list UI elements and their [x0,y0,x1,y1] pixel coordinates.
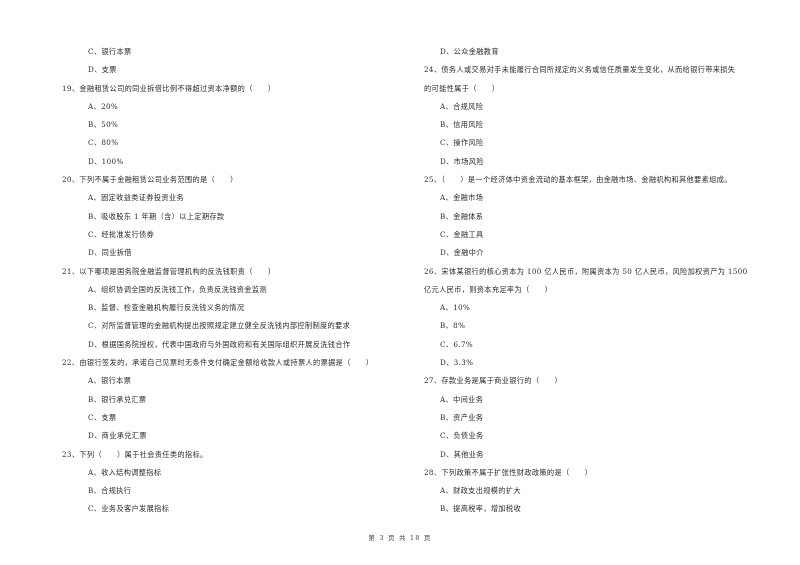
answer-option: C、银行本票 [88,47,132,56]
answer-option: C、支票 [88,412,117,422]
answer-option: A、财政支出规模的扩大 [440,486,521,496]
answer-option: A、组织协调全国的反洗钱工作，负责反洗钱资金监测 [88,284,267,294]
question-text: 20、下列不属于金融租赁公司业务范围的是（ ） [62,175,238,185]
answer-option: D、100% [88,156,124,166]
question-text: 21、以下哪项是国务院金融监督管理机构的反洗钱职责（ ） [62,266,276,276]
answer-option: C、经批准发行债券 [88,229,155,239]
answer-option: C、操作风险 [440,138,484,148]
answer-option: A、20% [88,101,119,111]
answer-option: A、中间业务 [440,394,484,404]
answer-option: B、吸收股东 1 年期（含）以上定期存款 [88,211,225,221]
answer-option: D、公众金融教育 [440,47,499,56]
answer-option: C、负债业务 [440,431,484,441]
question-text: 23、下列（ ）属于社会责任类的指标。 [62,449,208,459]
answer-option: D、同业拆借 [88,248,132,258]
answer-option: B、合规执行 [88,486,132,496]
answer-option: D、其他业务 [440,449,484,459]
question-text: 28、下列政策不属于扩张性财政政策的是（ ） [424,467,593,477]
answer-option: B、信用风险 [440,120,484,130]
answer-option: A、银行本票 [88,376,132,386]
answer-option: B、银行承兑汇票 [88,394,147,404]
answer-option: D、根据国务院授权，代表中国政府与外国政府和有关国际组织开展反洗钱合作 [88,339,351,349]
answer-option: B、资产业务 [440,412,484,422]
answer-option: A、收入结构调整指标 [88,467,162,477]
answer-option: D、市场风险 [440,156,484,166]
answer-option: D、商业承兑汇票 [88,431,147,441]
answer-option: B、金融体系 [440,211,484,221]
answer-option: A、固定收益类证券投资业务 [88,193,184,203]
answer-option: B、监督、检查金融机构履行反洗钱义务的情况 [88,303,245,313]
answer-option: D、3.3% [440,358,474,368]
answer-option: A、金融市场 [440,193,484,203]
question-text: 22、由银行签发的，承诺自己见票时无条件支付确定金额给收款人或持票人的票据是（ … [62,358,374,368]
answer-option: C、对所监督管理的金融机构提出按照规定建立健全反洗钱内部控制制度的要求 [88,321,351,331]
question-text-continuation: 的可能性属于（ ） [424,83,500,93]
question-text: 24、债务人或交易对手未能履行合同所规定的义务或信任质量发生变化，从而给银行带来… [424,65,736,75]
page-footer: 第 3 页 共 18 页 [368,534,432,542]
question-text: 27、存款业务是属于商业银行的（ ） [424,376,562,386]
right-column: D、公众金融教育 24、债务人或交易对手未能履行合同所规定的义务或信任质量发生变化… [424,43,794,519]
answer-option: D、金融中介 [440,248,484,258]
question-text-continuation: 亿元人民币，则资本充足率为（ ） [424,284,553,294]
question-text: 26、宋体某银行的核心资本为 100 亿人民币，附属资本为 50 亿人民币，风险… [424,266,748,276]
answer-option: A、合规风险 [440,101,484,111]
answer-option: C、金融工具 [440,229,484,239]
left-column: C、银行本票 D、支票 19、金融租赁公司的同业拆借比例不得超过资本净额的（ ） A、… [62,43,407,519]
answer-option: C、业务及客户发展指标 [88,504,170,514]
question-text: 19、金融租赁公司的同业拆借比例不得超过资本净额的（ ） [62,83,276,93]
answer-option: C、6.7% [440,339,474,349]
question-text: 25、（ ）是一个经济体中资金流动的基本框架，由金融市场、金融机构和其他要素组成… [424,175,732,185]
answer-option: B、提高税率，增加税收 [440,504,522,514]
answer-option: D、支票 [88,65,117,75]
answer-option: B、8% [440,321,466,331]
answer-option: B、50% [88,120,119,130]
answer-option: A、10% [440,303,471,313]
answer-option: C、80% [88,138,119,148]
